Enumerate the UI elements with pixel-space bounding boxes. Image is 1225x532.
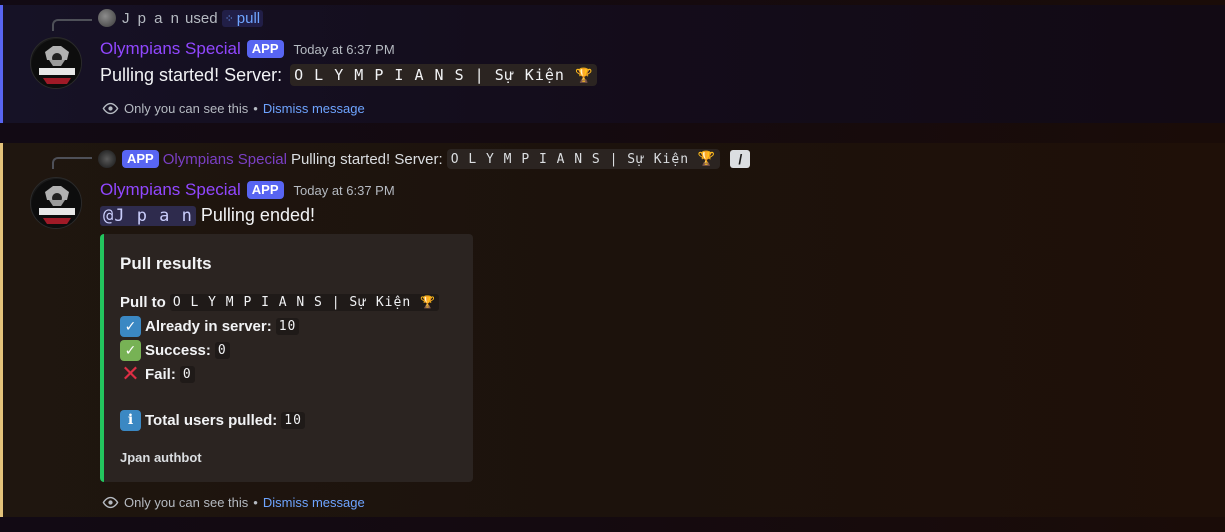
already-in-server-line: ✓ Already in server: 10 — [120, 314, 457, 338]
reply-connector — [52, 157, 92, 169]
already-value: 10 — [275, 317, 300, 335]
bot-avatar[interactable] — [30, 177, 82, 229]
separator: • — [253, 494, 258, 510]
success-label: Success: — [145, 341, 211, 359]
message-content: Pulling started! Server: O L Y M P I A N… — [100, 64, 598, 86]
reply-connector — [52, 19, 92, 31]
app-badge: APP — [246, 40, 284, 58]
bot-username[interactable]: Olympians Special — [100, 39, 241, 59]
timestamp[interactable]: Today at 6:37 PM — [294, 42, 395, 57]
fail-value: 0 — [179, 365, 195, 383]
success-line: ✓ Success: 0 — [120, 338, 457, 362]
server-name: O L Y M P I A N S | Sự Kiện — [294, 66, 565, 84]
pull-to-server-name: O L Y M P I A N S | Sự Kiện — [172, 294, 412, 310]
message-header: Olympians Special APP Today at 6:37 PM — [100, 37, 395, 61]
app-badge: APP — [122, 150, 159, 168]
success-value: 0 — [214, 341, 230, 359]
trophy-icon: 🏆 — [574, 68, 594, 84]
ephemeral-notice: Only you can see this • Dismiss message — [101, 493, 365, 511]
total-label: Total users pulled: — [145, 411, 278, 429]
ephemeral-text: Only you can see this — [124, 100, 249, 116]
pull-results-embed: Pull results Pull to O L Y M P I A N S |… — [100, 234, 473, 482]
dismiss-message-link[interactable]: Dismiss message — [263, 101, 365, 116]
trophy-icon: 🏆 — [419, 294, 436, 309]
user-mention[interactable]: @J p a n — [100, 205, 196, 226]
reply-text: Pulling started! Server: — [290, 150, 443, 168]
slash-command-icon: ⁘ — [224, 12, 234, 25]
message-content: @J p a n Pulling ended! — [100, 205, 315, 226]
ephemeral-text: Only you can see this — [124, 494, 249, 510]
total-line: i Total users pulled: 10 — [120, 408, 457, 432]
command-name: pull — [236, 9, 261, 27]
bot-username[interactable]: Olympians Special — [100, 180, 241, 200]
bot-avatar-mini[interactable] — [98, 150, 116, 168]
message-ephemeral-2: APP Olympians Special Pulling started! S… — [0, 143, 1225, 517]
reply-username[interactable]: Olympians Special — [163, 151, 287, 168]
already-label: Already in server: — [145, 317, 272, 335]
reply-reference[interactable]: J p a n used ⁘ pull — [98, 7, 264, 29]
reply-reference[interactable]: APP Olympians Special Pulling started! S… — [98, 148, 751, 170]
timestamp[interactable]: Today at 6:37 PM — [294, 183, 395, 198]
reply-used-label: used — [185, 9, 218, 27]
server-name-code: O L Y M P I A N S | Sự Kiện 🏆 — [290, 64, 598, 86]
user-avatar-mini[interactable] — [98, 9, 116, 27]
eye-icon — [101, 493, 119, 511]
olympians-logo-icon — [32, 179, 81, 228]
check-mark-icon: ✓ — [120, 339, 141, 361]
slash-command-icon: / — [730, 150, 751, 168]
cross-mark-icon: ✕ — [121, 361, 140, 386]
separator: • — [253, 100, 258, 116]
message-ephemeral-1: J p a n used ⁘ pull Olympians Special AP… — [0, 5, 1225, 123]
eye-icon — [101, 99, 119, 117]
total-value: 10 — [281, 411, 305, 429]
fail-label: Fail: — [145, 365, 176, 383]
reply-server-code: O L Y M P I A N S | Sự Kiện 🏆 — [446, 149, 721, 169]
dismiss-message-link[interactable]: Dismiss message — [263, 495, 365, 510]
message-header: Olympians Special APP Today at 6:37 PM — [100, 178, 395, 202]
message-text: Pulling started! Server: — [100, 64, 283, 85]
message-text: Pulling ended! — [200, 205, 315, 225]
bot-avatar[interactable] — [30, 37, 82, 89]
fail-line: ✕ Fail: 0 — [120, 361, 457, 386]
command-chip[interactable]: ⁘ pull — [221, 9, 264, 27]
pull-to-label: Pull to — [120, 293, 166, 311]
check-box-icon: ✓ — [120, 315, 141, 337]
embed-title: Pull results — [120, 254, 212, 273]
information-icon: i — [120, 409, 141, 431]
trophy-icon: 🏆 — [697, 151, 717, 167]
pull-to-server: O L Y M P I A N S | Sự Kiện 🏆 — [169, 293, 439, 311]
olympians-logo-icon — [32, 39, 81, 88]
reply-server-name: O L Y M P I A N S | Sự Kiện — [450, 152, 690, 167]
ephemeral-notice: Only you can see this • Dismiss message — [101, 99, 365, 117]
app-badge: APP — [246, 181, 284, 199]
pull-to-line: Pull to O L Y M P I A N S | Sự Kiện 🏆 — [120, 290, 457, 314]
reply-username[interactable]: J p a n — [122, 10, 181, 27]
embed-footer: Jpan authbot — [120, 450, 202, 465]
